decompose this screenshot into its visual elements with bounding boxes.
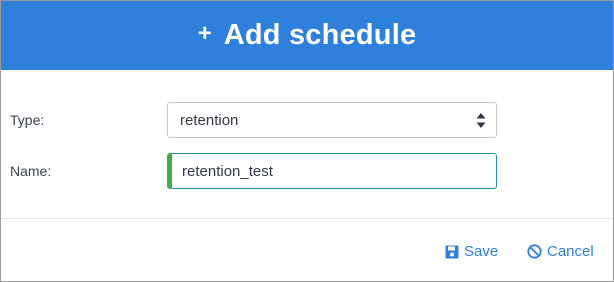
ban-icon xyxy=(527,244,542,259)
type-select-value: retention xyxy=(180,112,239,129)
cancel-label: Cancel xyxy=(547,243,594,260)
save-label: Save xyxy=(464,243,499,260)
type-row: Type: retention xyxy=(1,102,613,138)
name-label: Name: xyxy=(10,163,52,179)
sort-arrows-icon xyxy=(476,113,486,128)
add-schedule-dialog: + Add schedule Type: retention Name: Sav… xyxy=(0,0,614,282)
cancel-button[interactable]: Cancel xyxy=(527,243,594,260)
name-row: Name: xyxy=(1,153,613,189)
footer-divider xyxy=(1,218,613,219)
type-select[interactable]: retention xyxy=(167,102,497,138)
save-button[interactable]: Save xyxy=(445,243,498,260)
dialog-title: Add schedule xyxy=(223,19,417,51)
dialog-header: + Add schedule xyxy=(1,1,613,70)
plus-icon: + xyxy=(197,19,212,47)
name-input[interactable] xyxy=(167,153,497,189)
type-label: Type: xyxy=(10,112,45,128)
floppy-disk-icon xyxy=(445,245,459,258)
